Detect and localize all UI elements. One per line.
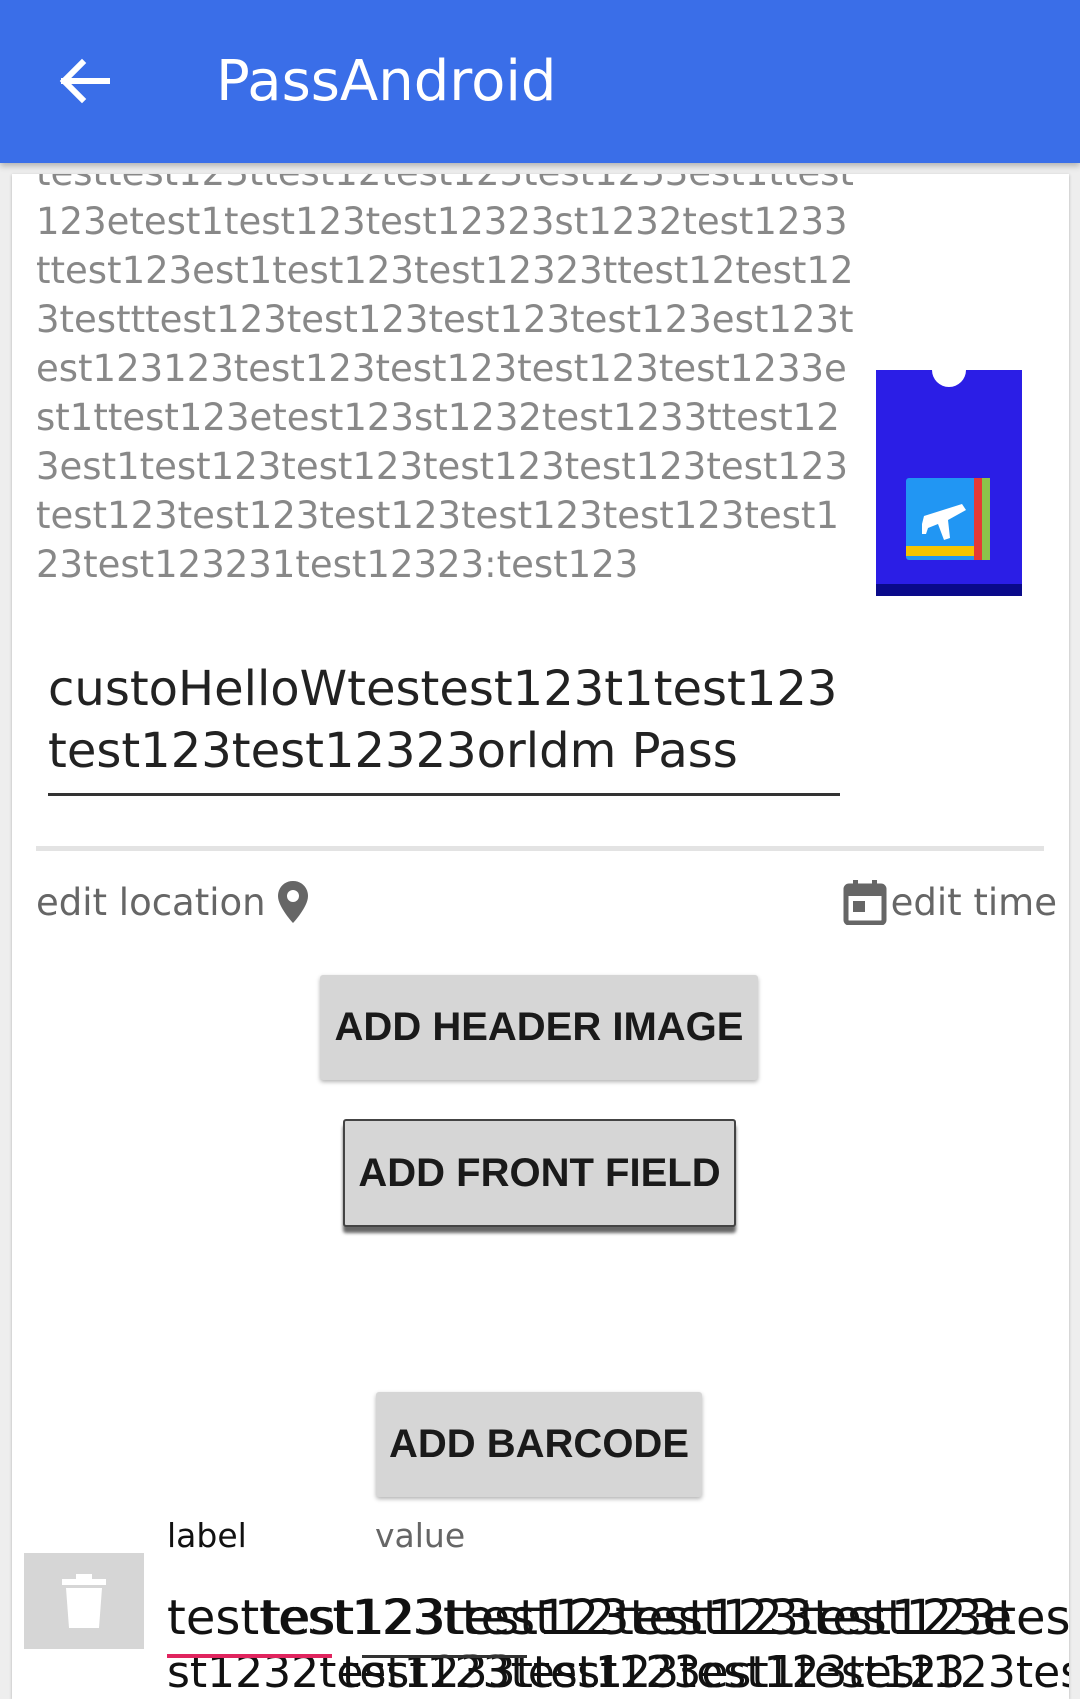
boarding-pass-icon[interactable] — [876, 370, 1022, 596]
trash-icon — [62, 1574, 106, 1628]
pass-description[interactable]: testtest123ttest12test123test1233est1tte… — [36, 174, 856, 589]
add-front-field-button[interactable]: ADD FRONT FIELD — [343, 1119, 736, 1227]
edit-time-label: edit time — [890, 880, 1057, 924]
pass-title-input[interactable]: custoHelloWtestest123t1test123test123tes… — [48, 658, 838, 782]
field-value-input[interactable]: test123test123test123test123test123 — [262, 1588, 1069, 1648]
edit-time-button[interactable]: edit time — [843, 874, 1057, 930]
app-bar: PassAndroid — [0, 0, 1080, 163]
map-pin-icon — [277, 881, 308, 923]
value-input-underline — [362, 1655, 527, 1658]
field-label-caption: label — [167, 1516, 247, 1555]
calendar-icon — [843, 880, 887, 925]
pass-edit-card[interactable]: testtest123ttest12test123test1233est1tte… — [12, 174, 1069, 1699]
edit-location-label: edit location — [36, 880, 266, 924]
field-value-caption: value — [375, 1516, 466, 1555]
delete-field-button[interactable] — [24, 1553, 144, 1649]
section-divider — [36, 846, 1044, 851]
edit-location-button[interactable]: edit location — [36, 874, 310, 930]
title-underline — [48, 793, 840, 796]
label-input-underline — [167, 1654, 332, 1658]
add-header-image-button[interactable]: ADD HEADER IMAGE — [320, 975, 758, 1080]
add-barcode-button[interactable]: ADD BARCODE — [376, 1392, 702, 1497]
back-button[interactable] — [48, 45, 120, 117]
arrow-left-icon — [59, 58, 110, 104]
app-title: PassAndroid — [216, 49, 557, 114]
